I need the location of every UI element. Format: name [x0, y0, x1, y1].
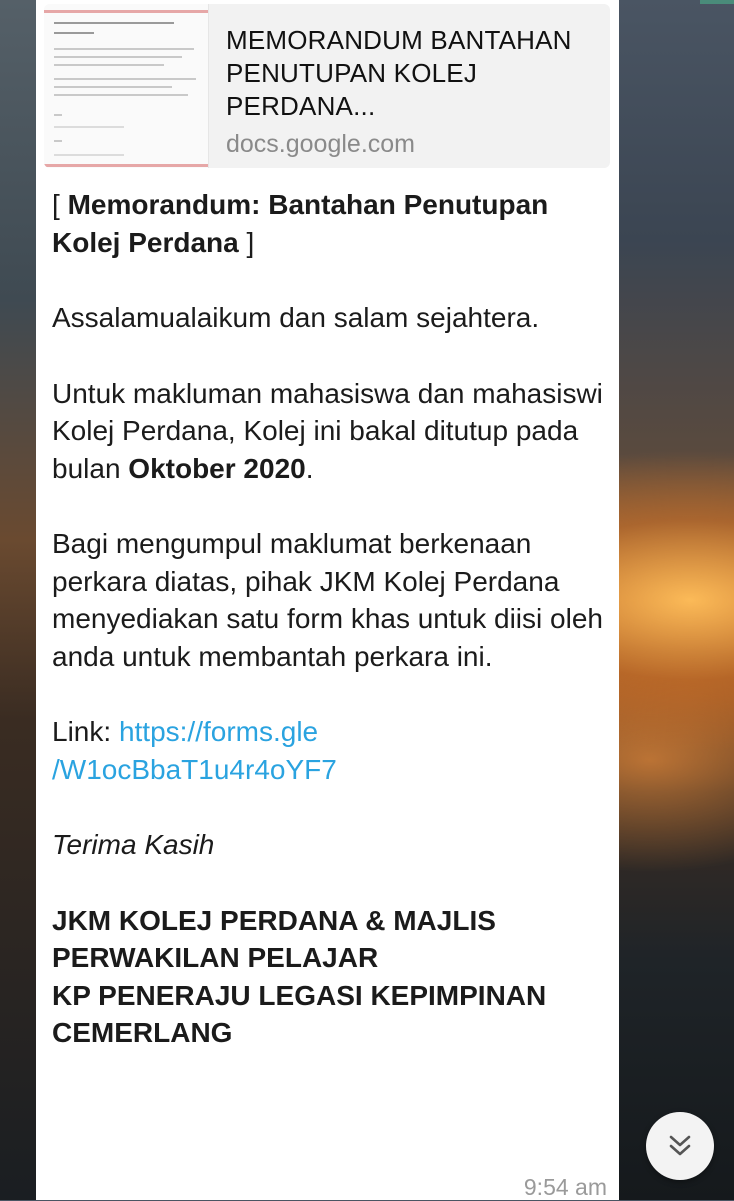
- scroll-to-bottom-button[interactable]: [646, 1112, 714, 1180]
- signature: JKM KOLEJ PERDANA & MAJLIS PERWAKILAN PE…: [52, 904, 547, 1049]
- message-bubble[interactable]: MEMORANDUM BANTAHAN PENUTUPAN KOLEJ PERD…: [36, 0, 619, 1200]
- chat-background: [0, 0, 40, 1200]
- double-chevron-down-icon: [669, 1135, 691, 1156]
- link-label: Link:: [52, 716, 119, 747]
- message-timestamp: 9:54 am: [523, 1174, 607, 1200]
- link-preview-domain: docs.google.com: [226, 130, 416, 158]
- link-preview-title: MEMORANDUM BANTAHAN PENUTUPAN KOLEJ PERD…: [226, 25, 572, 121]
- greeting-text: Assalamualaikum dan salam sejahtera.: [52, 302, 540, 333]
- document-thumbnail: [44, 4, 209, 168]
- thanks-text: Terima Kasih: [52, 829, 215, 860]
- message-text: [ Memorandum: Bantahan Penutupan Kolej P…: [52, 186, 608, 1052]
- top-accent: [700, 0, 734, 4]
- announcement-paragraph: Untuk makluman mahasiswa dan mahasiswi K…: [52, 377, 603, 484]
- memo-heading: [ Memorandum: Bantahan Penutupan Kolej P…: [52, 189, 549, 258]
- link-paragraph: Link: https://forms.gle/W1ocBbaT1u4r4oYF…: [52, 713, 608, 788]
- link-preview-card[interactable]: MEMORANDUM BANTAHAN PENUTUPAN KOLEJ PERD…: [44, 4, 610, 168]
- form-paragraph: Bagi mengumpul maklumat berkenaan perkar…: [52, 528, 603, 672]
